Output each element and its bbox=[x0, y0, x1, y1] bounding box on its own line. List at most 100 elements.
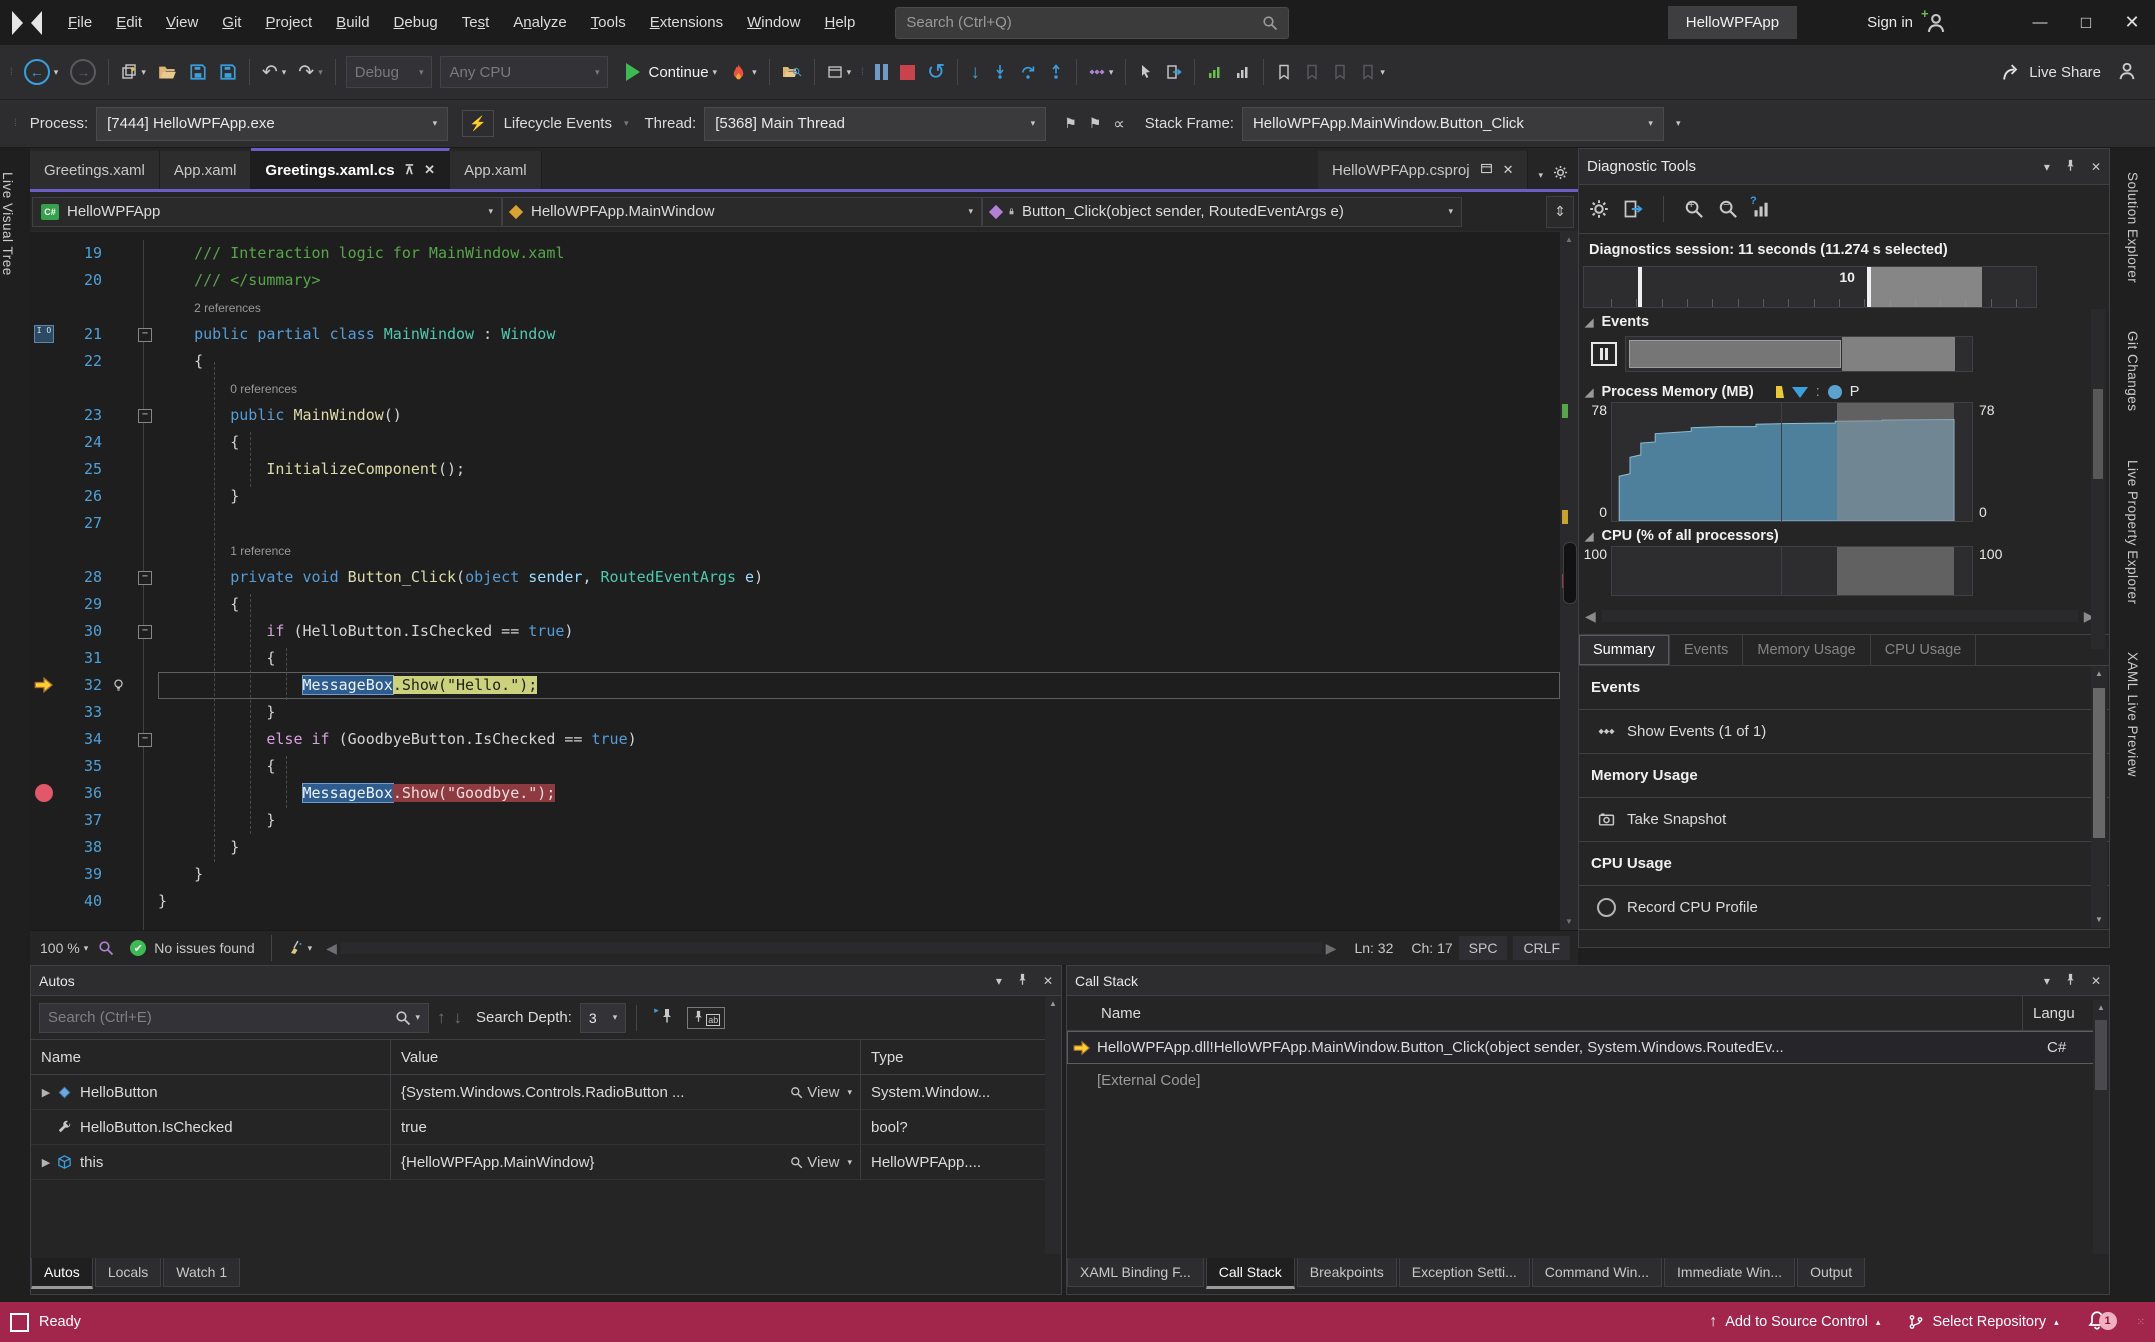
breadcrumb-project[interactable]: C# HelloWPFApp ▾ bbox=[32, 196, 502, 227]
scroll-up-arrow[interactable]: ▲ bbox=[1560, 232, 1578, 248]
autos-header[interactable]: Autos ▾ ✕ bbox=[31, 966, 1061, 996]
tab-call-stack[interactable]: Call Stack bbox=[1205, 1258, 1295, 1289]
resize-grip[interactable]: ⁙ bbox=[2137, 1317, 2147, 1328]
search-previous-icon[interactable]: ↑ bbox=[437, 1008, 446, 1028]
tab-locals[interactable]: Locals bbox=[94, 1258, 162, 1287]
row-expander[interactable]: ▶ bbox=[35, 1086, 57, 1099]
issues-status[interactable]: No issues found bbox=[154, 940, 254, 956]
current-statement-arrow-icon[interactable] bbox=[30, 672, 60, 699]
maximize-button[interactable]: □ bbox=[2063, 0, 2109, 45]
continue-button[interactable]: Continue ▾ bbox=[622, 60, 721, 84]
sign-in-avatar-icon[interactable]: + bbox=[1921, 6, 1947, 34]
view-visualizer-link[interactable]: View ▾ bbox=[790, 1084, 860, 1101]
column-name[interactable]: Name bbox=[1067, 996, 2023, 1030]
close-icon[interactable]: ✕ bbox=[1043, 974, 1053, 988]
tab-output[interactable]: Output bbox=[1797, 1258, 1866, 1287]
code-line-31[interactable]: 31 { bbox=[30, 645, 1560, 672]
show-flagged-only-icon[interactable]: ⚑ bbox=[1085, 112, 1106, 135]
show-next-statement-button[interactable]: ↓ bbox=[966, 60, 984, 85]
summary-scrollbar[interactable]: ▲ ▼ bbox=[2091, 666, 2107, 928]
code-line-37[interactable]: 37 } bbox=[30, 807, 1560, 834]
autos-row-this[interactable]: ▶ this {HelloWPFApp.MainWindow} View ▾ HelloW… bbox=[31, 1145, 1061, 1180]
solution-name-button[interactable]: HelloWPFApp bbox=[1667, 6, 1798, 39]
tab-exception-setti-[interactable]: Exception Setti... bbox=[1398, 1258, 1530, 1287]
window-position-caret[interactable]: ▾ bbox=[2044, 160, 2050, 174]
autos-row-hellobutton[interactable]: ▶ HelloButton {System.Windows.Controls.Rad… bbox=[31, 1075, 1061, 1110]
call-stack-scrollbar[interactable]: ▲ bbox=[2093, 1000, 2109, 1254]
menu-analyze[interactable]: Analyze bbox=[501, 10, 578, 35]
events-swimlane[interactable] bbox=[1625, 336, 1973, 372]
editor-gear-icon[interactable] bbox=[1549, 165, 1578, 189]
breakpoint-dot-icon[interactable] bbox=[35, 784, 53, 802]
editor-horizontal-scrollbar[interactable] bbox=[340, 942, 1322, 954]
autos-search-box[interactable]: Search (Ctrl+E) ▾ bbox=[39, 1002, 429, 1033]
pin-values-icon[interactable]: ▸ bbox=[654, 1005, 675, 1027]
previous-bookmark-button[interactable] bbox=[1300, 61, 1324, 83]
collapse-box-icon[interactable]: − bbox=[138, 733, 152, 747]
menu-project[interactable]: Project bbox=[253, 10, 324, 35]
search-depth-dropdown[interactable]: 3 ▾ bbox=[579, 1002, 627, 1033]
flag-threads-icon[interactable]: ⚑ bbox=[1060, 112, 1081, 135]
diag-tab-summary[interactable]: Summary bbox=[1579, 635, 1671, 665]
code-line-40[interactable]: 40} bbox=[30, 888, 1560, 915]
close-tab-icon[interactable]: ✕ bbox=[424, 162, 435, 178]
code-line-23[interactable]: 23 − public MainWindow() bbox=[30, 402, 1560, 429]
code-line-24[interactable]: 24 { bbox=[30, 429, 1560, 456]
tab-watch-1[interactable]: Watch 1 bbox=[163, 1258, 241, 1287]
memory-chart[interactable] bbox=[1611, 402, 1973, 522]
code-line-34[interactable]: 34 − else if (GoodbyeButton.IsChecked == … bbox=[30, 726, 1560, 753]
tab-immediate-win-[interactable]: Immediate Win... bbox=[1664, 1258, 1796, 1287]
diag-tab-cpu-usage[interactable]: CPU Usage bbox=[1871, 635, 1977, 665]
indent-decrease-icon[interactable] bbox=[1231, 61, 1255, 83]
events-section-header[interactable]: ◢ Events bbox=[1579, 308, 2109, 332]
editor-vertical-scrollbar[interactable]: ▲ ▼ bbox=[1560, 232, 1578, 930]
bulb-margin[interactable] bbox=[108, 672, 130, 699]
scroll-up-arrow[interactable]: ▲ bbox=[2091, 666, 2107, 682]
redo-button[interactable]: ↷ ▾ bbox=[294, 60, 326, 85]
tab-command-win-[interactable]: Command Win... bbox=[1531, 1258, 1663, 1287]
column-name[interactable]: Name bbox=[31, 1040, 391, 1074]
save-all-button[interactable] bbox=[215, 60, 241, 84]
pin-icon[interactable] bbox=[2064, 159, 2077, 175]
undo-button[interactable]: ↶ ▾ bbox=[258, 60, 290, 85]
collapse-box-icon[interactable]: − bbox=[138, 571, 152, 585]
document-well-dropdown[interactable]: ▾ bbox=[1532, 170, 1549, 189]
menu-help[interactable]: Help bbox=[812, 10, 867, 35]
menu-edit[interactable]: Edit bbox=[104, 10, 154, 35]
toolbar-grip[interactable]: ⁞ bbox=[10, 67, 14, 78]
close-icon[interactable]: ✕ bbox=[2091, 160, 2101, 174]
code-cleanup-icon[interactable] bbox=[288, 940, 304, 956]
code-line-22[interactable]: 22 { bbox=[30, 348, 1560, 375]
code-line-32[interactable]: 32 MessageBox.Show("Hello."); bbox=[30, 672, 1560, 699]
solution-platform-dropdown[interactable]: Any CPU ▾ bbox=[440, 56, 609, 88]
close-icon[interactable]: ✕ bbox=[2091, 974, 2101, 988]
selection-handle[interactable] bbox=[1866, 267, 1871, 307]
code-line-33[interactable]: 33 } bbox=[30, 699, 1560, 726]
document-outline-button[interactable] bbox=[1162, 61, 1186, 83]
collapse-box-icon[interactable]: − bbox=[138, 409, 152, 423]
restart-button[interactable]: ↺ bbox=[923, 58, 949, 86]
search-options-caret[interactable]: ▾ bbox=[415, 1012, 420, 1023]
row-expander[interactable]: ▶ bbox=[35, 1156, 57, 1169]
summary-action-show-events-1-of-1-[interactable]: Show Events (1 of 1) bbox=[1579, 710, 2109, 754]
view-visualizer-link[interactable]: View ▾ bbox=[790, 1154, 860, 1171]
process-dropdown[interactable]: [7444] HelloWPFApp.exe ▾ bbox=[96, 106, 449, 141]
code-line-30[interactable]: 30 − if (HelloButton.IsChecked == true) bbox=[30, 618, 1560, 645]
code-line-26[interactable]: 26 } bbox=[30, 483, 1560, 510]
tab-app-xaml[interactable]: App.xaml bbox=[450, 151, 542, 189]
feedback-button[interactable] bbox=[2117, 61, 2137, 84]
spaces-indicator[interactable]: SPC bbox=[1458, 936, 1508, 960]
tab-app-xaml[interactable]: App.xaml bbox=[159, 151, 252, 189]
memory-section-header[interactable]: ◢ Process Memory (MB) : P bbox=[1579, 378, 2109, 402]
zoom-dropdown[interactable]: 100 % bbox=[40, 940, 80, 956]
collapse-box-icon[interactable]: − bbox=[138, 328, 152, 342]
side-tab-xaml-live-preview[interactable]: XAML Live Preview bbox=[2125, 642, 2140, 787]
code-line-25[interactable]: 25 InitializeComponent(); bbox=[30, 456, 1560, 483]
health-indicator-icon[interactable] bbox=[98, 940, 114, 956]
toolbar-overflow-button[interactable]: ▾ bbox=[1676, 118, 1681, 129]
menu-debug[interactable]: Debug bbox=[382, 10, 450, 35]
inspect-element-button[interactable] bbox=[1134, 61, 1158, 83]
toolbar-grip[interactable]: ⁞ bbox=[14, 118, 18, 129]
column-value[interactable]: Value bbox=[391, 1040, 861, 1074]
tab-hellowpfapp-csproj[interactable]: HelloWPFApp.csproj ✕ bbox=[1318, 151, 1529, 189]
